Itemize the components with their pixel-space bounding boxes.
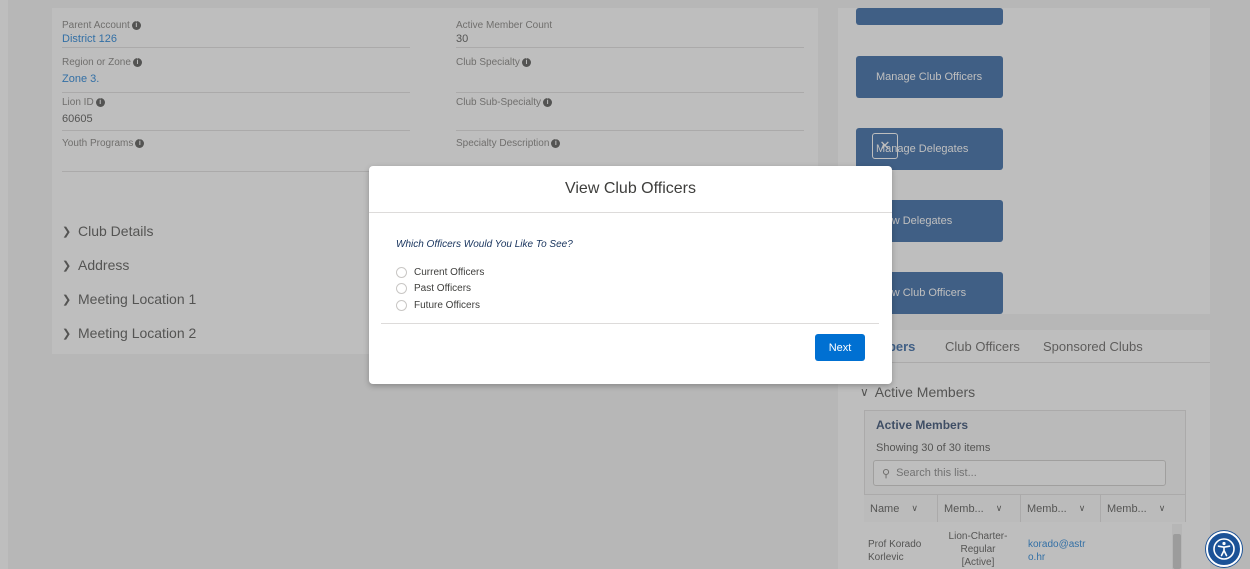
next-button[interactable]: Next: [815, 334, 865, 361]
modal-title: View Club Officers: [369, 166, 892, 213]
view-club-officers-modal: View Club Officers Which Officers Would …: [369, 166, 892, 384]
accessibility-button[interactable]: [1206, 531, 1242, 567]
accessibility-icon: [1213, 538, 1235, 560]
option-label: Current Officers: [414, 267, 485, 278]
radio-button[interactable]: [396, 267, 407, 278]
option-past-officers[interactable]: Past Officers: [396, 283, 471, 294]
option-current-officers[interactable]: Current Officers: [396, 267, 484, 278]
option-label: Past Officers: [414, 283, 472, 294]
radio-button[interactable]: [396, 300, 407, 311]
modal-question: Which Officers Would You Like To See?: [396, 239, 573, 250]
radio-button[interactable]: [396, 283, 407, 294]
option-label: Future Officers: [414, 300, 480, 311]
modal-divider: [381, 323, 879, 324]
option-future-officers[interactable]: Future Officers: [396, 300, 480, 311]
